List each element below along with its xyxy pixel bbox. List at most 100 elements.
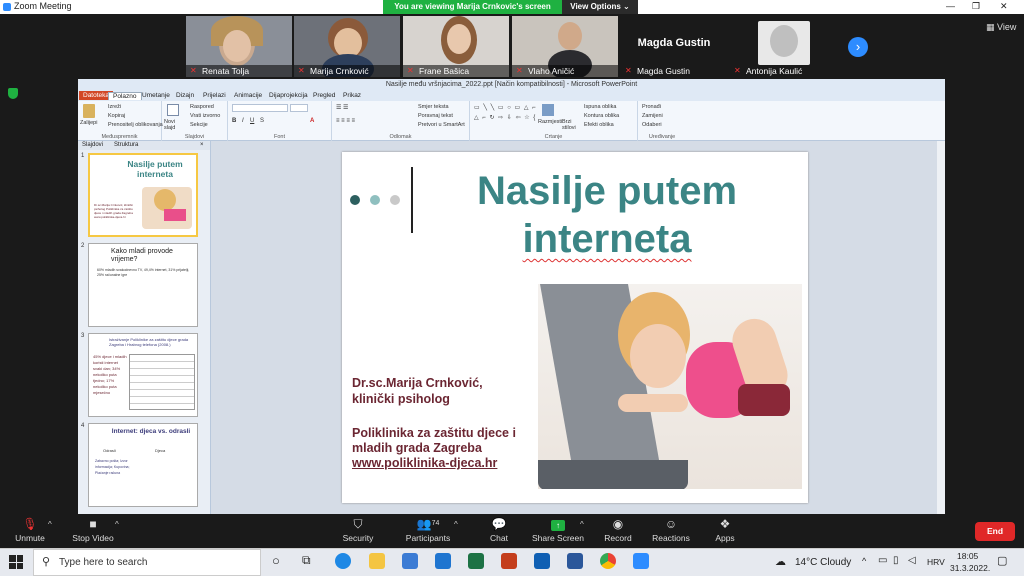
end-meeting-button[interactable]: End	[975, 522, 1015, 541]
windows-start-icon[interactable]	[9, 555, 23, 569]
slide-thumbnail[interactable]: Nasilje putem interneta Dr.sc.Marija Crn…	[88, 153, 198, 237]
task-view-icon[interactable]: ⧉	[302, 553, 311, 568]
tab-animations[interactable]: Animacije	[234, 92, 262, 99]
italic-button[interactable]: I	[242, 118, 244, 124]
slide-thumbnail[interactable]: Internet: djeca vs. odrasli Odrasli Djec…	[88, 423, 198, 507]
participant-tile[interactable]: ✕ Marija Crnković	[294, 16, 400, 77]
new-slide-button[interactable]: Novi slajd	[164, 119, 186, 131]
shape-effects-button[interactable]: Efekti oblika	[584, 122, 614, 128]
notification-icon[interactable]: ▢	[997, 554, 1007, 567]
next-page-button[interactable]: ›	[848, 37, 868, 57]
slide-thumbnail[interactable]: Istraživanje Poliklinike za zaštitu djec…	[88, 333, 198, 417]
zoom-app-icon[interactable]	[633, 553, 649, 569]
participant-tile[interactable]: ✕ Frane Bašica	[403, 16, 509, 77]
arrange-button[interactable]: Razmjesti	[538, 119, 562, 125]
chat-button[interactable]: 💬 Chat	[485, 517, 513, 543]
share-options-chevron-icon[interactable]: ^	[580, 520, 584, 529]
tab-slides[interactable]: Slajdovi	[82, 142, 103, 148]
minimize-icon[interactable]: —	[946, 1, 955, 11]
shapes-gallery-row2[interactable]: △ ⌐ ↻ ⇨ ⇩ ⇦ ☆ {	[474, 114, 536, 121]
close-icon[interactable]: ✕	[1000, 1, 1008, 12]
shape-outline-button[interactable]: Kontura oblika	[584, 113, 619, 119]
weather-text[interactable]: 14°C Cloudy	[795, 557, 851, 568]
font-size-select[interactable]	[290, 104, 308, 112]
underline-button[interactable]: U	[250, 118, 254, 124]
outlook-icon[interactable]	[534, 553, 550, 569]
tab-view[interactable]: Prikaz	[343, 92, 361, 99]
unmute-button[interactable]: 🎙 Unmute	[14, 517, 46, 543]
tab-design[interactable]: Dizajn	[176, 92, 194, 99]
record-button[interactable]: ◉ Record	[602, 517, 634, 543]
view-options-button[interactable]: View Options ⌄	[562, 0, 638, 14]
close-pane-icon[interactable]: ×	[200, 142, 204, 148]
text-direction-button[interactable]: Smjer teksta	[418, 104, 449, 110]
strikethrough-button[interactable]: S	[260, 118, 264, 124]
participant-tile[interactable]: Magda Gustin ✕ Magda Gustin	[621, 16, 727, 77]
stop-video-button[interactable]: ■ Stop Video	[70, 517, 116, 543]
arrange-icon[interactable]	[542, 104, 554, 116]
align-text-button[interactable]: Poravnaj tekst	[418, 113, 453, 119]
tab-home[interactable]: Polazno	[108, 92, 142, 100]
view-button[interactable]: ▦ View	[986, 22, 1016, 33]
select-button[interactable]: Odaberi	[642, 122, 662, 128]
new-slide-icon[interactable]	[167, 104, 179, 116]
copy-button[interactable]: Kopiraj	[108, 113, 125, 119]
edge-browser-icon[interactable]	[335, 553, 351, 569]
paste-button[interactable]: Zalijepi	[80, 120, 97, 126]
quick-styles-button[interactable]: Brzi stilovi	[562, 119, 580, 131]
volume-icon[interactable]: ◁	[908, 555, 916, 566]
tab-outline[interactable]: Struktura	[114, 142, 138, 148]
audio-options-chevron-icon[interactable]: ^	[48, 520, 52, 529]
mail-icon[interactable]	[435, 553, 451, 569]
tab-slideshow[interactable]: Dijaprojekcija	[269, 92, 308, 99]
microsoft-store-icon[interactable]	[402, 553, 418, 569]
layout-button[interactable]: Raspored	[190, 104, 214, 110]
clock-time[interactable]: 18:05	[957, 551, 978, 561]
vertical-scrollbar[interactable]	[937, 141, 945, 515]
cortana-circle-icon[interactable]: ○	[272, 553, 280, 568]
reset-button[interactable]: Vrati izvorno	[190, 113, 220, 119]
tab-review[interactable]: Pregled	[313, 92, 335, 99]
clock-date[interactable]: 31.3.2022.	[950, 563, 990, 573]
participant-tile[interactable]: ✕ Vlaho Aničić	[512, 16, 618, 77]
participants-button[interactable]: 👥74 Participants	[403, 517, 453, 543]
font-color-button[interactable]: A	[310, 118, 314, 124]
security-button[interactable]: ⛉ Security	[340, 517, 376, 543]
tray-chevron-icon[interactable]: ^	[862, 556, 866, 566]
section-button[interactable]: Sekcije	[190, 122, 208, 128]
encryption-shield-icon[interactable]	[8, 88, 18, 99]
participant-tile[interactable]: ✕ Antonija Kaulić	[730, 16, 836, 77]
bullets-button[interactable]: ☰ ☰	[336, 104, 348, 111]
chrome-icon[interactable]	[600, 553, 616, 569]
format-painter-button[interactable]: Prenositelj oblikovanja	[108, 122, 163, 128]
tab-transitions[interactable]: Prijelazi	[203, 92, 226, 99]
file-explorer-icon[interactable]	[369, 553, 385, 569]
maximize-icon[interactable]: ❐	[972, 1, 980, 12]
reactions-button[interactable]: ☺ Reactions	[651, 517, 691, 543]
powerpoint-icon[interactable]	[501, 553, 517, 569]
find-button[interactable]: Pronađi	[642, 104, 661, 110]
font-name-select[interactable]	[232, 104, 288, 112]
taskbar-search-input[interactable]: Type here to search	[33, 549, 261, 576]
participants-options-chevron-icon[interactable]: ^	[454, 520, 458, 529]
word-icon[interactable]	[567, 553, 583, 569]
excel-icon[interactable]	[468, 553, 484, 569]
language-indicator[interactable]: HRV	[927, 557, 945, 567]
bold-button[interactable]: B	[232, 118, 236, 124]
video-options-chevron-icon[interactable]: ^	[115, 520, 119, 529]
slide-thumbnail[interactable]: Kako mladi provode vrijeme? 60% mladih s…	[88, 243, 198, 327]
cut-button[interactable]: Izreži	[108, 104, 121, 110]
align-buttons[interactable]: ≡ ≡ ≡ ≡	[336, 118, 355, 124]
network-icon[interactable]: ▭	[878, 555, 887, 566]
battery-icon[interactable]: ▯	[893, 555, 899, 566]
current-slide[interactable]: Nasilje putem interneta Dr.sc.Marija Crn…	[342, 152, 808, 503]
share-screen-button[interactable]: ↑ Share Screen	[532, 517, 584, 543]
apps-button[interactable]: ❖ Apps	[711, 517, 739, 543]
tab-insert[interactable]: Umetanje	[142, 92, 170, 99]
shapes-gallery[interactable]: ▭ ╲ ╲ ▭ ○ ▭ △ ⌐	[474, 104, 537, 111]
replace-button[interactable]: Zamijeni	[642, 113, 663, 119]
participant-tile[interactable]: ✕ Renata Tolja	[186, 16, 292, 77]
smartart-button[interactable]: Pretvori u SmartArt	[418, 122, 465, 128]
shape-fill-button[interactable]: Ispuna oblika	[584, 104, 616, 110]
paste-icon[interactable]	[83, 104, 95, 118]
